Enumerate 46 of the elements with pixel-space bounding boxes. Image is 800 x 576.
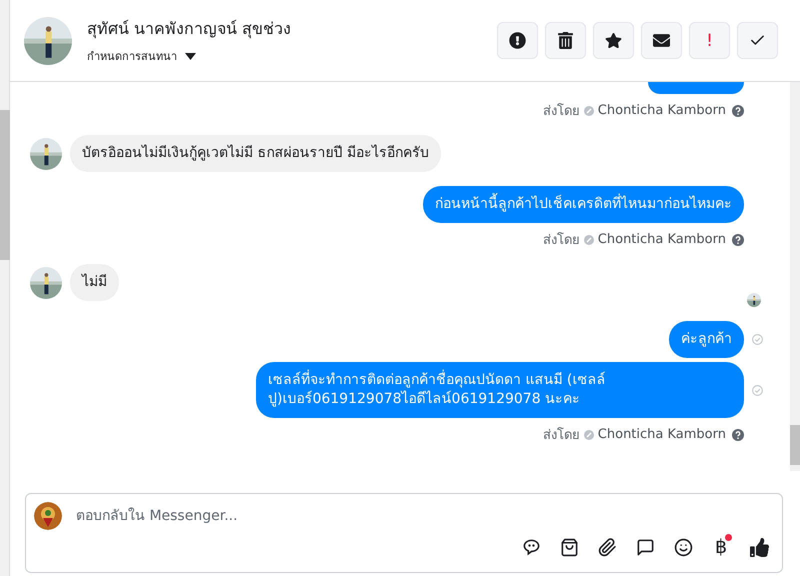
alert-icon [509, 32, 526, 49]
emoji-button[interactable] [672, 536, 694, 558]
contact-name: สุทัศน์ นาคพังกาญจน์ สุขช่วง [87, 18, 292, 40]
page-avatar [34, 502, 62, 530]
help-icon[interactable] [732, 104, 744, 116]
help-icon[interactable] [732, 234, 744, 246]
page-badge-icon [584, 430, 594, 440]
mark-unread-button[interactable] [641, 22, 682, 59]
chat-icon [636, 538, 654, 556]
report-button[interactable] [497, 22, 538, 59]
message-bubble: ค่ะลูกค้า [669, 321, 744, 358]
message-bubble: ก่อนหน้านี้ลูกค้าไปเช็คเครดิตที่ไหนมาก่อนไหมคะ [423, 186, 744, 223]
star-icon [605, 32, 622, 49]
page-badge-icon [584, 106, 594, 116]
like-button[interactable] [748, 536, 770, 558]
sender-avatar [30, 266, 62, 298]
scrollbar-thumb[interactable] [0, 110, 10, 260]
payment-button[interactable]: ฿ [710, 536, 732, 558]
sent-by-label: ส่งโดย [542, 426, 580, 445]
sent-by-label: ส่งโดย [542, 102, 580, 121]
caret-icon [185, 52, 196, 60]
star-button[interactable] [593, 22, 634, 59]
sent-by-label: ส่งโดย [542, 231, 580, 250]
sender-avatar [30, 138, 62, 170]
message-bubble: ไม่มี [70, 264, 119, 301]
seen-avatar [747, 293, 761, 307]
conversation-menu[interactable]: กำหนดการสนทนา [87, 47, 497, 65]
trash-icon [557, 32, 574, 49]
delete-button[interactable] [545, 22, 586, 59]
message-bubble: บัตรอิออนไม่มีเงินกู้คูเวตไม่มี ธกสผ่อนรายปี มีอะไรอีกครับ [70, 135, 441, 172]
sender-name[interactable]: Chonticha Kamborn [598, 232, 726, 247]
sender-name[interactable]: Chonticha Kamborn [598, 427, 726, 442]
thumbs-up-icon [750, 538, 768, 556]
smiley-icon [674, 538, 692, 556]
help-icon[interactable] [732, 428, 744, 440]
important-button[interactable]: ! [689, 22, 730, 59]
bag-icon [560, 538, 578, 556]
page-badge-icon [584, 234, 594, 244]
sender-name[interactable]: Chonticha Kamborn [598, 103, 726, 118]
envelope-icon [653, 32, 670, 49]
paperclip-icon [598, 538, 616, 556]
scrollbar-thumb[interactable] [790, 425, 800, 465]
reply-field[interactable]: ตอบกลับใน Messenger... ฿ [25, 493, 783, 573]
message-bubble: เซลล์ที่จะทำการติดต่อลูกค้าชื่อคุณปนัดดา แสนมี (เซลล์ปู)เบอร์0619129078ไอดีไลน์0619129078 นะคะ [256, 362, 744, 418]
attach-button[interactable] [596, 536, 618, 558]
profile-avatar [24, 16, 72, 64]
